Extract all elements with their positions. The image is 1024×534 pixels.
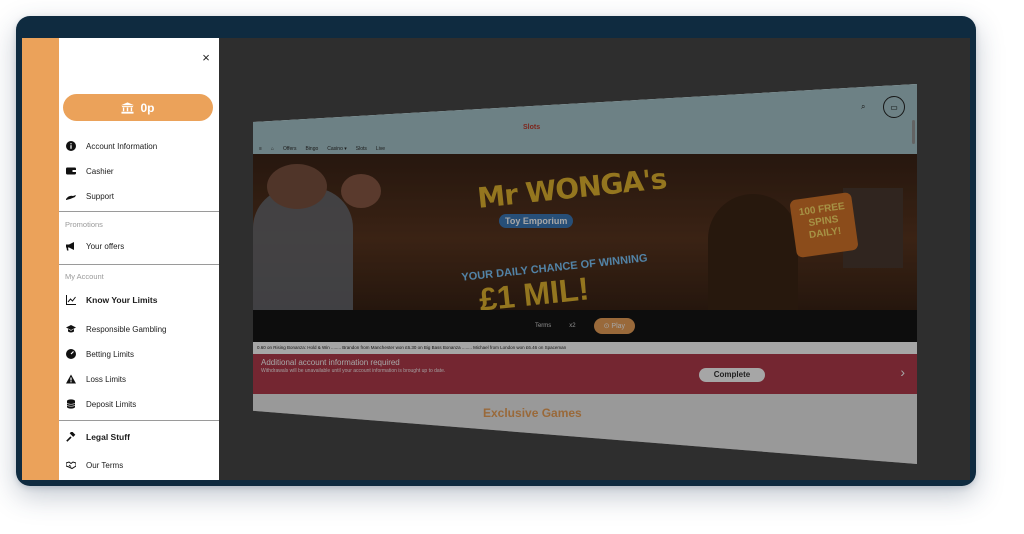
free-spins-badge: 100 FREE SPINS DAILY! xyxy=(789,191,859,259)
menu-item-our-terms[interactable]: Our Terms xyxy=(65,456,123,474)
scrollbar[interactable] xyxy=(912,120,915,144)
nav-live[interactable]: Live xyxy=(376,146,385,152)
promo-banner[interactable]: 100 FREE SPINS DAILY! Mr WONGA's Toy Emp… xyxy=(253,154,917,348)
warning-icon xyxy=(65,374,76,385)
device-frame: × 0p Account Information Cashier Support… xyxy=(16,16,976,486)
play-button[interactable]: ⊙ Play xyxy=(593,318,636,334)
menu-item-label: Deposit Limits xyxy=(86,399,137,409)
nav-slots[interactable]: Slots xyxy=(356,146,367,152)
menu-item-loss-limits[interactable]: Loss Limits xyxy=(65,370,126,388)
menu-item-support[interactable]: Support xyxy=(65,187,114,205)
banner-subtitle: Toy Emporium xyxy=(499,214,574,228)
account-alert[interactable]: Additional account information required … xyxy=(253,354,917,394)
menu-item-label: Know Your Limits xyxy=(86,295,158,305)
chevron-right-icon[interactable]: › xyxy=(900,364,905,380)
menu-item-label: Your offers xyxy=(86,241,125,251)
nav-menu-icon[interactable]: ≡ xyxy=(259,146,262,152)
character-head xyxy=(267,164,327,209)
nav-offers[interactable]: Offers xyxy=(283,146,297,152)
winners-ticker: 0.60 on Rising Bonanza: Hold & Win .....… xyxy=(253,342,917,354)
search-icon[interactable]: ⌕ xyxy=(861,102,871,112)
site-preview: Slots ≡ ⌂ Offers Bingo Casino ▾ Slots Li… xyxy=(253,84,917,464)
alert-title: Additional account information required xyxy=(261,358,400,367)
section-heading-my-account: My Account xyxy=(65,272,104,281)
support-icon xyxy=(65,191,76,202)
divider xyxy=(59,420,219,421)
menu-item-label: Our Terms xyxy=(86,460,124,470)
site-logo: Slots xyxy=(523,124,541,131)
menu-item-deposit-limits[interactable]: Deposit Limits xyxy=(65,395,136,413)
close-button[interactable]: × xyxy=(199,51,213,65)
site-page: Slots ≡ ⌂ Offers Bingo Casino ▾ Slots Li… xyxy=(253,84,917,464)
banner-title: Mr WONGA's xyxy=(475,162,668,215)
menu-item-label: Account Information xyxy=(86,141,158,151)
menu-item-responsible-gambling[interactable]: Responsible Gambling xyxy=(65,320,167,338)
nav-bingo[interactable]: Bingo xyxy=(305,146,318,152)
menu-item-betting-limits[interactable]: Betting Limits xyxy=(65,345,134,363)
handshake-icon xyxy=(65,460,76,471)
divider xyxy=(59,264,219,265)
nav-home-icon[interactable]: ⌂ xyxy=(271,146,274,152)
menu-item-label: Betting Limits xyxy=(86,349,135,359)
info-icon xyxy=(65,141,76,152)
menu-item-label: Loss Limits xyxy=(86,374,127,384)
menu-item-label: Legal Stuff xyxy=(86,432,130,442)
bonus-counter: x2 xyxy=(569,323,576,329)
wallet-icon xyxy=(65,166,76,177)
character-hand xyxy=(341,174,381,208)
menu-item-legal-stuff[interactable]: Legal Stuff xyxy=(65,428,130,446)
menu-item-account-information[interactable]: Account Information xyxy=(65,137,157,155)
complete-button[interactable]: Complete xyxy=(699,368,765,382)
menu-item-label: Responsible Gambling xyxy=(86,324,167,334)
balance-button[interactable]: 0p xyxy=(63,94,213,121)
coins-icon xyxy=(65,399,76,410)
terms-link[interactable]: Terms xyxy=(535,323,551,329)
banner-actions: Terms x2 ⊙ Play xyxy=(253,310,917,342)
nav-casino[interactable]: Casino ▾ xyxy=(327,146,346,152)
section-heading-promotions: Promotions xyxy=(65,220,103,229)
side-menu: × 0p Account Information Cashier Support… xyxy=(59,38,219,480)
section-heading-exclusive-games: Exclusive Games xyxy=(483,406,582,420)
menu-item-label: Cashier xyxy=(86,166,114,176)
site-header-icons: ⌕ ▭ xyxy=(861,96,905,118)
wallet-icon[interactable]: ▭ xyxy=(883,96,905,118)
menu-item-label: Support xyxy=(86,191,115,201)
chart-line-icon xyxy=(65,295,76,306)
site-header: Slots ≡ ⌂ Offers Bingo Casino ▾ Slots Li… xyxy=(253,84,917,154)
alert-subtitle: Withdrawals will be unavailable until yo… xyxy=(261,368,446,374)
gavel-icon xyxy=(65,432,76,443)
site-nav: ≡ ⌂ Offers Bingo Casino ▾ Slots Live xyxy=(259,146,385,152)
screen: × 0p Account Information Cashier Support… xyxy=(22,38,970,480)
menu-item-your-offers[interactable]: Your offers xyxy=(65,237,124,255)
balance-value: 0p xyxy=(140,100,155,115)
graduation-cap-icon xyxy=(65,324,76,335)
menu-item-know-your-limits[interactable]: Know Your Limits xyxy=(65,291,157,309)
gauge-icon xyxy=(65,349,76,360)
megaphone-icon xyxy=(65,241,76,252)
accent-strip xyxy=(22,38,59,480)
bank-icon xyxy=(121,101,135,114)
divider xyxy=(59,211,219,212)
menu-item-cashier[interactable]: Cashier xyxy=(65,162,114,180)
